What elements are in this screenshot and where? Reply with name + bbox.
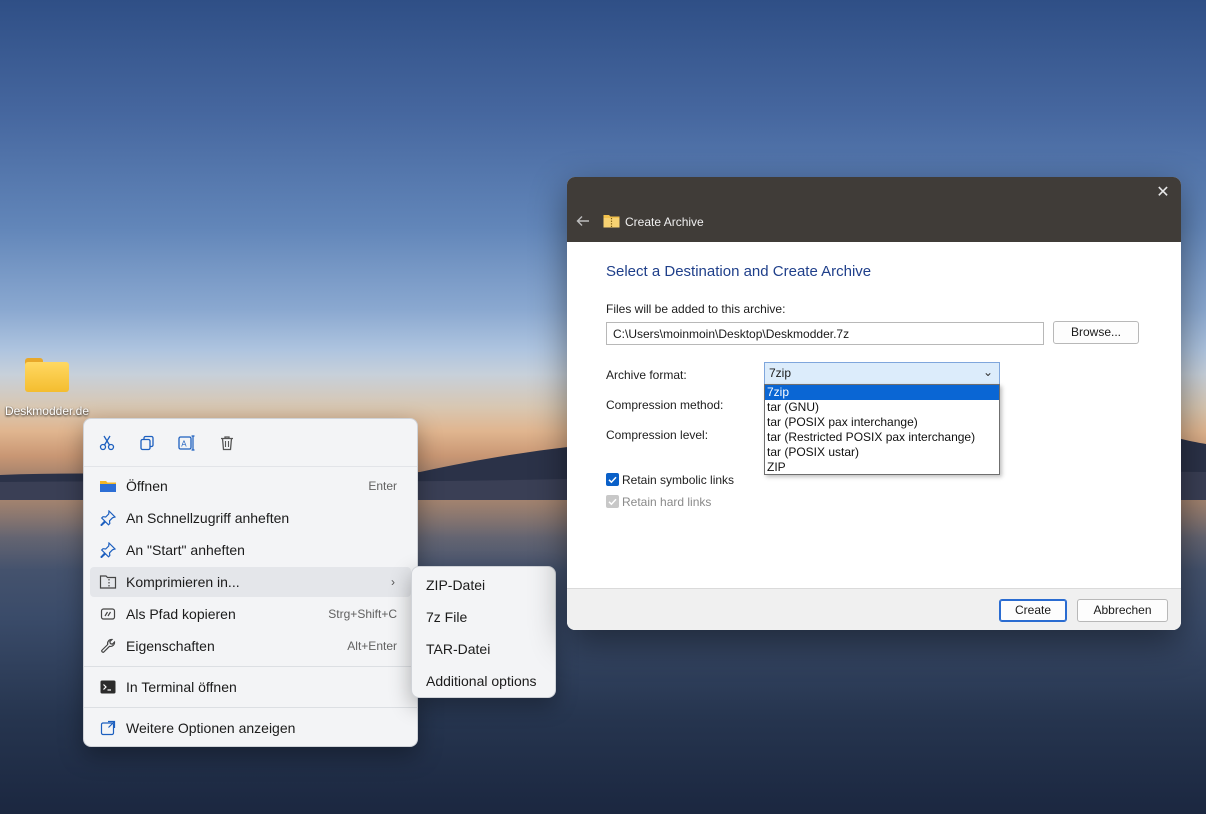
archive-format-select[interactable]: 7zip ⌄ <box>764 362 1000 385</box>
dialog-heading: Select a Destination and Create Archive <box>606 263 872 280</box>
dialog-title: Create Archive <box>625 215 704 229</box>
format-option-tar-restricted-pax[interactable]: tar (Restricted POSIX pax interchange) <box>765 430 999 445</box>
checkmark-icon <box>608 476 617 484</box>
folder-icon <box>25 356 69 392</box>
menu-item-label: Als Pfad kopieren <box>126 606 236 622</box>
terminal-icon <box>100 680 116 694</box>
context-menu: A Öffnen Enter An Schnellzugriff anhefte… <box>83 418 418 747</box>
scissors-icon <box>99 435 115 450</box>
archive-format-label: Archive format: <box>606 368 687 382</box>
menu-item-shortcut: Enter <box>368 479 397 493</box>
archive-icon <box>99 575 117 589</box>
format-option-tar-pax[interactable]: tar (POSIX pax interchange) <box>765 415 999 430</box>
retain-hard-links-checkbox <box>606 495 619 508</box>
menu-item-label: Weitere Optionen anzeigen <box>126 720 296 736</box>
rename-button[interactable]: A <box>176 432 198 454</box>
create-archive-dialog: ✕ Create Archive Select a Destination an… <box>567 177 1181 630</box>
rename-icon: A <box>178 434 195 451</box>
cancel-button[interactable]: Abbrechen <box>1077 599 1168 622</box>
format-option-tar-ustar[interactable]: tar (POSIX ustar) <box>765 445 999 460</box>
wrench-icon <box>101 638 116 653</box>
folder-icon <box>100 481 116 492</box>
archive-folder-icon <box>603 214 620 228</box>
chevron-down-icon: ⌄ <box>982 365 993 379</box>
trash-icon <box>221 435 233 450</box>
cut-button[interactable] <box>96 432 118 454</box>
submenu-item-additional-options[interactable]: Additional options <box>426 673 537 689</box>
compression-level-label: Compression level: <box>606 428 709 442</box>
menu-item-copy-path[interactable]: Als Pfad kopieren Strg+Shift+C <box>90 599 411 629</box>
submenu-item-zip[interactable]: ZIP-Datei <box>426 577 485 593</box>
path-icon <box>100 608 116 620</box>
menu-item-label: Komprimieren in... <box>126 574 240 590</box>
menu-item-pin-quick-access[interactable]: An Schnellzugriff anheften <box>90 503 411 533</box>
chevron-right-icon: › <box>391 575 395 589</box>
dialog-footer: Create Abbrechen <box>567 588 1181 630</box>
menu-item-shortcut: Alt+Enter <box>347 639 397 653</box>
menu-item-properties[interactable]: Eigenschaften Alt+Enter <box>90 631 411 661</box>
menu-item-label: In Terminal öffnen <box>126 679 237 695</box>
archive-format-dropdown: 7zip tar (GNU) tar (POSIX pax interchang… <box>764 384 1000 475</box>
dialog-header: ✕ Create Archive <box>567 177 1181 242</box>
menu-item-label: Eigenschaften <box>126 638 215 654</box>
desktop-icon-label: Deskmodder.de <box>4 404 90 418</box>
desktop-folder-icon[interactable]: Deskmodder.de <box>2 356 92 418</box>
files-label: Files will be added to this archive: <box>606 302 786 316</box>
menu-item-more-options[interactable]: Weitere Optionen anzeigen <box>90 713 411 743</box>
back-arrow-icon <box>576 216 589 226</box>
create-button[interactable]: Create <box>999 599 1067 622</box>
svg-text:A: A <box>181 439 187 448</box>
menu-item-label: An "Start" anheften <box>126 542 245 558</box>
menu-separator <box>84 666 417 667</box>
checkmark-icon <box>608 498 617 506</box>
more-options-icon <box>100 720 116 736</box>
retain-symbolic-links-checkbox[interactable] <box>606 473 619 486</box>
retain-hard-links-label: Retain hard links <box>622 495 712 509</box>
menu-item-label: Öffnen <box>126 478 168 494</box>
menu-item-open[interactable]: Öffnen Enter <box>90 471 411 501</box>
menu-item-label: An Schnellzugriff anheften <box>126 510 290 526</box>
menu-item-open-terminal[interactable]: In Terminal öffnen <box>90 672 411 702</box>
context-toolbar: A <box>84 419 417 467</box>
close-button[interactable]: ✕ <box>1153 183 1173 203</box>
format-option-7zip[interactable]: 7zip <box>765 385 999 400</box>
copy-icon <box>140 435 154 450</box>
archive-path-input[interactable] <box>606 322 1044 345</box>
menu-item-pin-start[interactable]: An "Start" anheften <box>90 535 411 565</box>
back-button[interactable] <box>575 213 591 229</box>
archive-format-value: 7zip <box>769 366 792 380</box>
format-option-tar-gnu[interactable]: tar (GNU) <box>765 400 999 415</box>
submenu-item-tar[interactable]: TAR-Datei <box>426 641 490 657</box>
pin-icon <box>100 542 116 558</box>
delete-button[interactable] <box>216 432 238 454</box>
compress-submenu: ZIP-Datei 7z File TAR-Datei Additional o… <box>411 566 556 698</box>
copy-button[interactable] <box>136 432 158 454</box>
pin-icon <box>100 510 116 526</box>
menu-item-compress[interactable]: Komprimieren in... › <box>90 567 411 597</box>
close-icon: ✕ <box>1156 184 1170 201</box>
browse-button[interactable]: Browse... <box>1053 321 1139 344</box>
compression-method-label: Compression method: <box>606 398 724 412</box>
submenu-item-7z[interactable]: 7z File <box>426 609 467 625</box>
retain-symbolic-links-label: Retain symbolic links <box>622 473 735 487</box>
format-option-zip[interactable]: ZIP <box>765 460 999 475</box>
menu-item-shortcut: Strg+Shift+C <box>328 607 397 621</box>
menu-separator <box>84 707 417 708</box>
